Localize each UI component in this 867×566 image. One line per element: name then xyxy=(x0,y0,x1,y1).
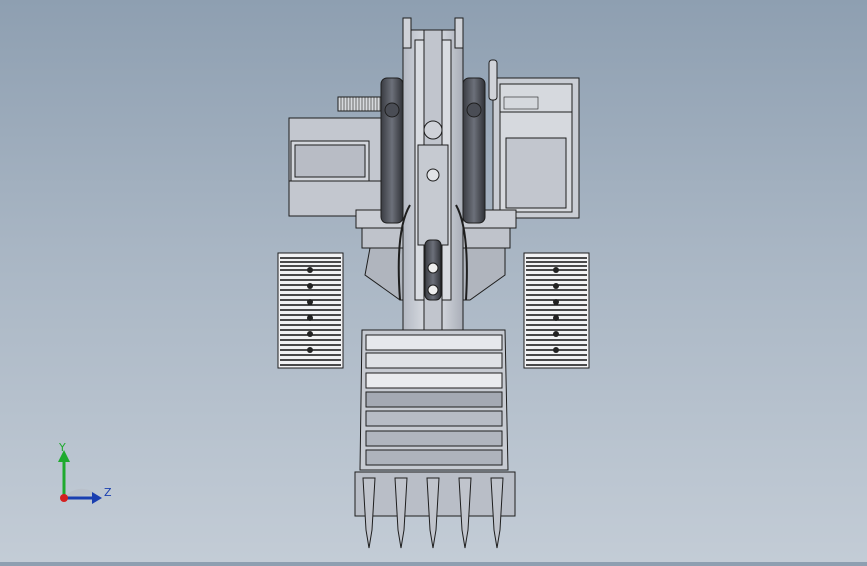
boom xyxy=(397,17,468,331)
engine-hood xyxy=(288,117,384,217)
triad-axes xyxy=(58,450,102,504)
graphics-viewport[interactable] xyxy=(0,0,867,562)
excavator-model[interactable] xyxy=(0,0,867,562)
coordinate-triad: Y Z xyxy=(44,440,124,520)
right-track xyxy=(523,252,590,369)
boom-cylinder-right xyxy=(462,77,486,224)
operator-cab xyxy=(488,59,580,219)
z-axis-label: Z xyxy=(104,486,112,499)
y-axis-label: Y xyxy=(59,441,66,454)
x-axis-dot xyxy=(60,494,68,502)
left-track xyxy=(277,252,344,369)
boom-cylinder-left xyxy=(380,77,404,224)
